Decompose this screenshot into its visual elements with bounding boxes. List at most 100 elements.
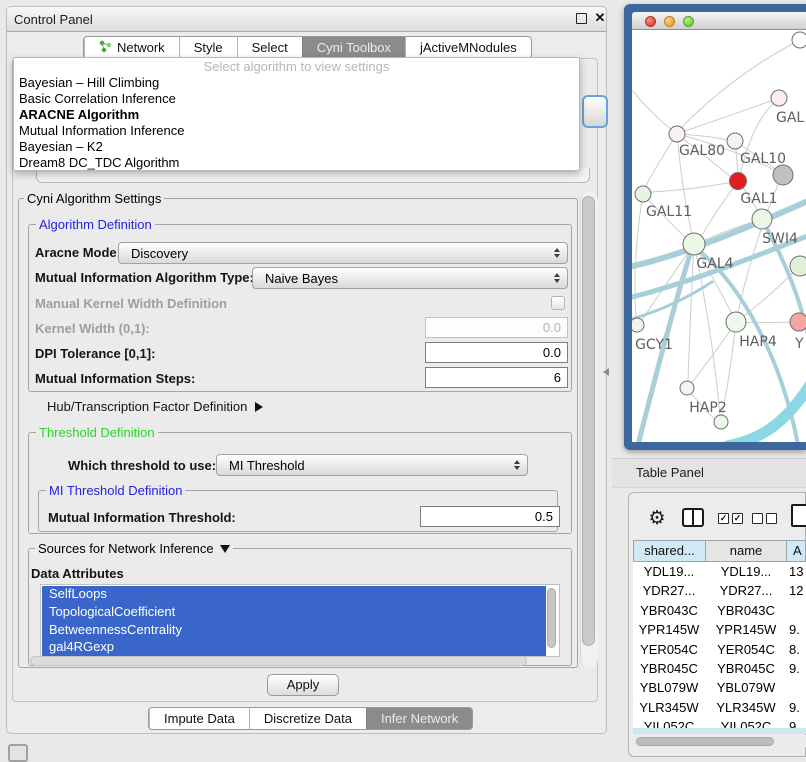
column-header-name[interactable]: name (705, 540, 787, 562)
settings-vscrollbar-thumb[interactable] (582, 196, 595, 646)
close-icon[interactable]: ✕ (592, 9, 608, 27)
bottom-tabbar: Impute Data Discretize Data Infer Networ… (148, 707, 473, 730)
column-header-partial[interactable]: A (786, 540, 806, 562)
cell-shared-name: YBR045C (633, 659, 705, 678)
tab-label: jActiveMNodules (420, 40, 517, 55)
tab[interactable]: jActiveMNodules (405, 37, 531, 58)
cell-name: YDR27... (705, 581, 787, 600)
panel-divider-arrow-icon[interactable] (603, 368, 609, 376)
network-node[interactable] (773, 165, 793, 185)
dropdown-item[interactable]: Mutual Information Inference (14, 123, 579, 139)
cell-shared-name: YDR27... (633, 581, 705, 600)
network-window-titlebar (632, 12, 806, 30)
cell-value: 13 (787, 562, 806, 581)
table-row[interactable]: YDR27... YDR27... 12 (633, 581, 806, 600)
window-zoom-icon[interactable] (683, 16, 694, 27)
dropdown-item[interactable]: Bayesian – K2 (14, 139, 579, 155)
network-node[interactable] (790, 256, 806, 276)
network-node[interactable] (669, 126, 685, 142)
sources-title[interactable]: Sources for Network Inference (35, 541, 233, 556)
dropdown-item[interactable]: Basic Correlation Inference (14, 91, 579, 107)
table-hscrollbar-thumb[interactable] (636, 737, 774, 746)
list-scrollbar-thumb[interactable] (547, 588, 556, 648)
dropdown-item[interactable]: Dream8 DC_TDC Algorithm (14, 155, 579, 171)
hub-definition-section[interactable]: Hub/Transcription Factor Definition (47, 399, 263, 414)
network-node[interactable] (635, 186, 651, 202)
dropdown-item[interactable]: ARACNE Algorithm (14, 107, 579, 123)
tab[interactable]: Infer Network (366, 708, 472, 729)
node-table-body[interactable]: YDL19... YDL19... 13 YDR27... YDR27... 1… (633, 562, 806, 728)
cell-shared-name: YIL052C (633, 717, 705, 728)
table-row[interactable]: YBL079W YBL079W (633, 678, 806, 697)
network-node[interactable] (680, 381, 694, 395)
tab[interactable]: Style (179, 37, 237, 58)
which-threshold-combo[interactable]: MI Threshold (216, 454, 528, 476)
network-node[interactable] (726, 312, 746, 332)
window-close-icon[interactable] (645, 16, 656, 27)
mi-threshold-label: Mutual Information Threshold: (48, 510, 236, 525)
window-minimize-icon[interactable] (664, 16, 675, 27)
select-all-checkboxes-icon[interactable]: ✓ ✓ (718, 513, 743, 524)
kernel-width-field[interactable] (425, 317, 568, 338)
expand-right-icon[interactable] (255, 402, 263, 412)
mi-steps-field[interactable] (425, 367, 568, 388)
network-node[interactable] (752, 209, 772, 229)
network-node[interactable] (683, 233, 705, 255)
cell-value (787, 678, 806, 697)
network-node[interactable] (790, 313, 806, 331)
table-row[interactable]: YBR045C YBR045C 9. (633, 659, 806, 678)
network-node[interactable] (714, 415, 728, 429)
tab[interactable]: Select (237, 37, 302, 58)
dpi-tolerance-label: DPI Tolerance [0,1]: (35, 346, 155, 361)
tab[interactable]: Network (84, 37, 179, 58)
table-row[interactable]: YER054C YER054C 8. (633, 640, 806, 659)
network-node[interactable] (730, 173, 747, 190)
checked-box-icon: ✓ (732, 513, 743, 524)
float-window-icon[interactable] (576, 13, 587, 24)
network-node-label: GCY1 (635, 337, 673, 353)
tab[interactable]: Cyni Toolbox (302, 37, 405, 58)
settings-hscrollbar[interactable] (30, 656, 527, 666)
table-row[interactable]: YPR145W YPR145W 9. (633, 620, 806, 639)
table-row[interactable]: YLR345W YLR345W 9. (633, 698, 806, 717)
mi-algorithm-type-label: Mutual Information Algorithm Type: (35, 270, 254, 285)
table-mode-icon[interactable] (791, 504, 806, 527)
stepper-icon (554, 273, 560, 283)
gear-icon[interactable]: ⚙ (645, 506, 669, 530)
manual-kernel-width-checkbox[interactable] (551, 296, 565, 310)
cell-value: 9. (787, 620, 806, 639)
list-item[interactable]: SelfLoops (41, 585, 559, 603)
network-node[interactable] (792, 32, 806, 48)
cell-name: YBR043C (705, 601, 787, 620)
aracne-mode-combo[interactable]: Discovery (118, 242, 568, 264)
table-row[interactable]: YDL19... YDL19... 13 (633, 562, 806, 581)
stepper-icon (514, 460, 520, 470)
table-row[interactable]: YIL052C YIL052C 9. (633, 717, 806, 728)
column-header-shared-name[interactable]: shared... (633, 540, 706, 562)
mi-algorithm-type-combo[interactable]: Naive Bayes (252, 267, 568, 289)
cell-name: YPR145W (705, 620, 787, 639)
list-item[interactable]: BetweennessCentrality (41, 621, 559, 639)
network-node[interactable] (632, 318, 644, 332)
control-panel-titlebar (7, 7, 606, 32)
list-item[interactable]: gal4RGexp (41, 638, 559, 656)
tab[interactable]: Impute Data (149, 708, 249, 729)
network-canvas[interactable]: GALGAL80GAL10GAL1GAL11SWI4GAL4GCY1HAP4YH… (632, 30, 806, 442)
dpi-tolerance-field[interactable] (425, 342, 568, 363)
dropdown-item[interactable]: Bayesian – Hill Climbing (14, 75, 579, 91)
tab[interactable]: Discretize Data (249, 708, 366, 729)
corner-widget-icon[interactable] (8, 744, 28, 762)
list-item[interactable]: TopologicalCoefficient (41, 603, 559, 621)
checked-box-icon: ✓ (718, 513, 729, 524)
deselect-all-checkboxes-icon[interactable] (752, 513, 777, 524)
network-node[interactable] (771, 90, 787, 106)
algorithm-combo-fragment[interactable] (582, 95, 608, 128)
apply-button[interactable]: Apply (267, 674, 339, 696)
data-attributes-list[interactable]: SelfLoops TopologicalCoefficient Between… (40, 584, 560, 657)
table-row[interactable]: YBR043C YBR043C (633, 601, 806, 620)
network-node[interactable] (727, 133, 743, 149)
cell-name: YBR045C (705, 659, 787, 678)
collapse-down-icon[interactable] (220, 545, 230, 553)
columns-icon[interactable] (682, 508, 704, 527)
mi-threshold-field[interactable] (420, 506, 560, 527)
